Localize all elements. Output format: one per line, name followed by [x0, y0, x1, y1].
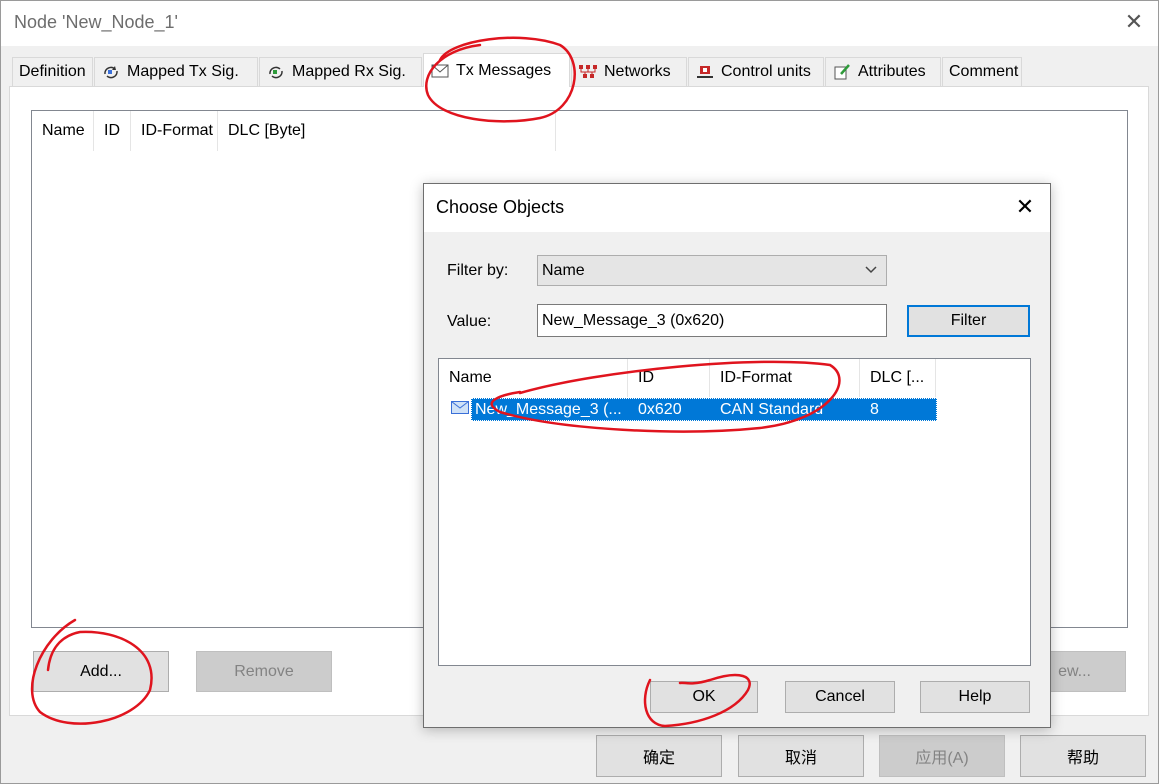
chevron-down-icon	[864, 263, 878, 282]
column-header-name[interactable]: Name	[439, 359, 628, 397]
tab-label: Mapped Rx Sig.	[292, 63, 406, 80]
column-header-id[interactable]: ID	[94, 111, 131, 151]
column-header-id[interactable]: ID	[628, 359, 710, 397]
dialog-ok-button[interactable]: OK	[650, 681, 758, 713]
envelope-icon	[451, 401, 469, 419]
envelope-icon	[430, 63, 450, 79]
tab-label: Networks	[604, 63, 671, 80]
tab-label: Control units	[721, 63, 811, 80]
table-row[interactable]: New_Message_3 (... 0x620 CAN Standard 8	[471, 398, 937, 421]
tab-attributes[interactable]: Attributes	[825, 57, 941, 86]
value-input[interactable]: New_Message_3 (0x620)	[537, 304, 887, 337]
value-label: Value:	[447, 313, 492, 330]
close-icon[interactable]: ✕	[1122, 10, 1146, 34]
row-id-format: CAN Standard	[720, 401, 824, 418]
tab-label: Tx Messages	[456, 61, 552, 79]
attributes-icon	[832, 64, 852, 80]
dialog-help-button[interactable]: Help	[920, 681, 1030, 713]
tab-label: Definition	[19, 63, 86, 80]
apply-button: 应用(A)	[879, 735, 1005, 777]
column-header-id-format[interactable]: ID-Format	[710, 359, 860, 397]
tab-mapped-tx-sig[interactable]: Mapped Tx Sig.	[94, 57, 258, 86]
column-header-id-format[interactable]: ID-Format	[131, 111, 218, 151]
tab-tx-messages[interactable]: Tx Messages	[423, 53, 570, 87]
cancel-button[interactable]: 取消	[738, 735, 864, 777]
mapped-rx-icon	[266, 64, 286, 80]
tab-networks[interactable]: Networks	[571, 57, 687, 86]
filter-by-value: Name	[542, 261, 585, 279]
row-name: New_Message_3 (...	[475, 401, 622, 418]
tab-label: Comment	[949, 63, 1019, 80]
filter-by-label: Filter by:	[447, 262, 509, 279]
filter-by-select[interactable]: Name	[537, 255, 887, 286]
column-header-name[interactable]: Name	[32, 111, 94, 151]
row-dlc: 8	[870, 401, 879, 418]
row-id: 0x620	[638, 401, 682, 418]
window-title: Node 'New_Node_1'	[14, 12, 178, 32]
control-unit-icon	[695, 64, 715, 80]
tab-comment[interactable]: Comment	[942, 57, 1022, 86]
add-button[interactable]: Add...	[33, 651, 169, 692]
column-header-dlc[interactable]: DLC [Byte]	[218, 111, 556, 151]
ok-button[interactable]: 确定	[596, 735, 722, 777]
column-header-dlc[interactable]: DLC [...	[860, 359, 936, 397]
tab-label: Mapped Tx Sig.	[127, 63, 239, 80]
help-button[interactable]: 帮助	[1020, 735, 1146, 777]
choose-objects-dialog: Choose Objects ✕ Filter by: Name Value: …	[423, 183, 1051, 728]
tab-mapped-rx-sig[interactable]: Mapped Rx Sig.	[259, 57, 422, 86]
tab-label: Attributes	[858, 63, 926, 80]
dialog-cancel-button[interactable]: Cancel	[785, 681, 895, 713]
tab-control-units[interactable]: Control units	[688, 57, 824, 86]
mapped-tx-icon	[101, 64, 121, 80]
filter-button[interactable]: Filter	[907, 305, 1030, 337]
tab-definition[interactable]: Definition	[12, 57, 93, 86]
dialog-title: Choose Objects	[436, 197, 565, 217]
network-icon	[578, 64, 598, 80]
objects-list[interactable]: Name ID ID-Format DLC [... New_Message_3…	[438, 358, 1031, 666]
remove-button: Remove	[196, 651, 332, 692]
close-icon[interactable]: ✕	[1012, 194, 1038, 220]
